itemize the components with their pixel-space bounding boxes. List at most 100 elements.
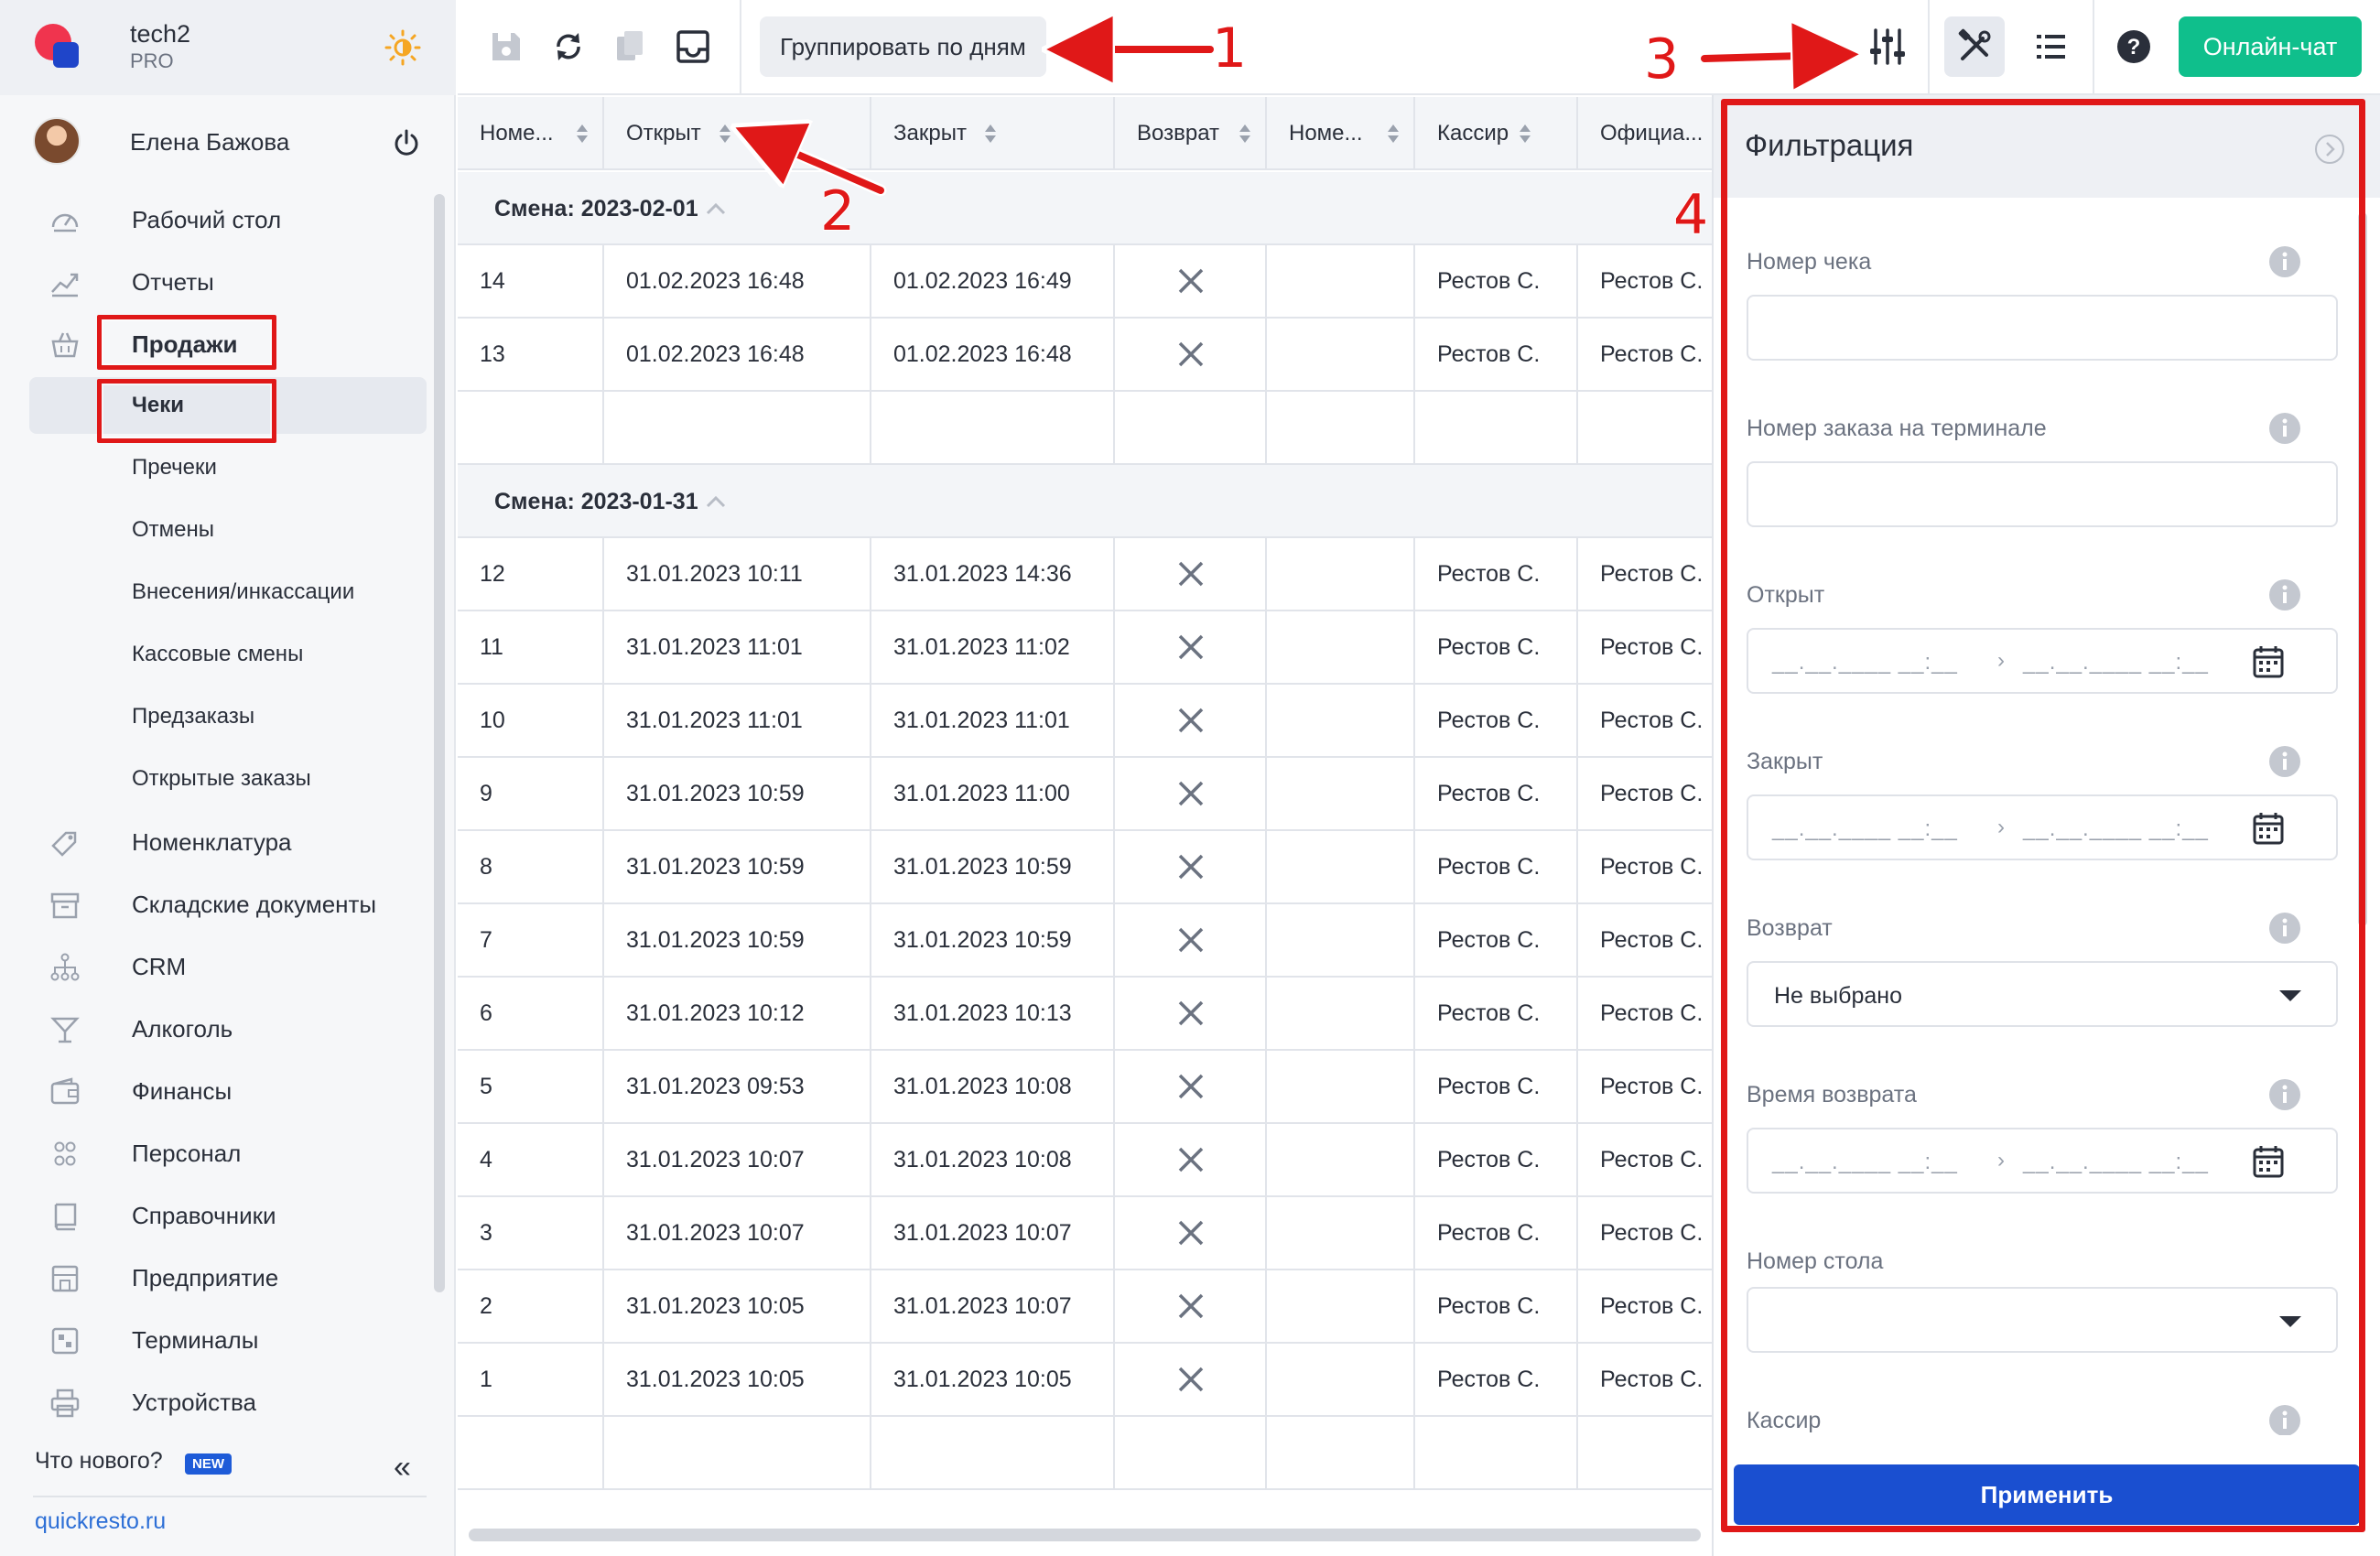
horizontal-scrollbar[interactable] [469, 1529, 1701, 1541]
sidebar-item-dashboard[interactable]: Рабочий стол [0, 190, 438, 247]
cell-cashier-value: Рестов С. [1437, 1293, 1541, 1319]
brand-name: tech2 [130, 20, 191, 48]
save-icon[interactable] [487, 27, 525, 66]
sidebar-item-references[interactable]: Справочники [0, 1186, 438, 1243]
table-row[interactable]: 12 31.01.2023 10:11 31.01.2023 14:36 Рестов… [458, 538, 1712, 611]
sidebar-item-finance[interactable]: Финансы [0, 1062, 438, 1118]
column-header-number[interactable]: Номе... [458, 97, 604, 170]
qr-terminal-icon [51, 1327, 79, 1355]
cell-cashier: Рестов С. [1415, 538, 1578, 611]
filter-sliders-icon[interactable] [1867, 27, 1908, 67]
cell-opened-value: 31.01.2023 09:53 [626, 1074, 805, 1099]
cell-refund [1115, 1344, 1267, 1417]
sort-icon[interactable] [575, 123, 590, 145]
cell-number-2 [1267, 1124, 1415, 1197]
avatar[interactable] [33, 117, 81, 165]
column-header-refund[interactable]: Возврат [1115, 97, 1267, 170]
cell-closed-value: 31.01.2023 10:59 [893, 927, 1072, 953]
column-header-cashier[interactable]: Кассир [1415, 97, 1578, 170]
refresh-icon[interactable] [549, 27, 588, 66]
cell-number: 7 [458, 904, 604, 978]
table-row[interactable]: 7 31.01.2023 10:59 31.01.2023 10:59 Рестов … [458, 904, 1712, 978]
column-header-number-2[interactable]: Номе... [1267, 97, 1415, 170]
sidebar-item-preorders[interactable]: Предзаказы [0, 688, 438, 745]
sidebar-item-label: Предприятие [132, 1264, 279, 1291]
sidebar-item-crm[interactable]: CRM [0, 937, 438, 994]
power-icon[interactable] [392, 128, 421, 157]
table-header: Номе... Открыт Закрыт Возврат Номе... Ка… [458, 97, 1712, 170]
sort-icon[interactable] [718, 123, 732, 145]
chevron-up-icon[interactable] [705, 200, 727, 218]
collapse-sidebar-icon[interactable]: « [394, 1450, 411, 1486]
brand-logo-icon[interactable] [33, 22, 82, 71]
copy-icon[interactable] [611, 27, 650, 66]
column-header-official[interactable]: Официа... [1578, 97, 1712, 170]
sidebar-item-enterprise[interactable]: Предприятие [0, 1248, 438, 1305]
whats-new-link[interactable]: Что нового? [35, 1448, 163, 1475]
sort-icon[interactable] [1238, 123, 1252, 145]
cell-refund [1115, 1270, 1267, 1344]
column-header-opened[interactable]: Открыт [604, 97, 871, 170]
cell-cashier: Рестов С. [1415, 245, 1578, 319]
close-icon [1178, 927, 1204, 953]
chevron-up-icon[interactable] [705, 492, 727, 511]
sidebar-item-warehouse-docs[interactable]: Складские документы [0, 875, 438, 932]
sort-icon[interactable] [983, 123, 998, 145]
cell-opened [604, 1417, 871, 1490]
cell-opened-value: 31.01.2023 10:59 [626, 854, 805, 880]
table-row[interactable]: 14 01.02.2023 16:48 01.02.2023 16:49 Рестов… [458, 245, 1712, 319]
empty-table-row[interactable] [458, 392, 1712, 465]
cell-official: Рестов С. [1578, 1051, 1712, 1124]
sidebar-item-cash-deposits[interactable]: Внесения/инкассации [0, 564, 438, 621]
cell-closed-value: 31.01.2023 11:01 [893, 708, 1070, 733]
group-by-days-button[interactable]: Группировать по дням [760, 16, 1046, 77]
sidebar-item-cash-shifts[interactable]: Кассовые смены [0, 626, 438, 683]
cell-number: 6 [458, 978, 604, 1051]
sidebar-item-cancellations[interactable]: Отмены [0, 502, 438, 558]
table-row[interactable]: 6 31.01.2023 10:12 31.01.2023 10:13 Рестов … [458, 978, 1712, 1051]
table-row[interactable]: 13 01.02.2023 16:48 01.02.2023 16:48 Рестов… [458, 319, 1712, 392]
help-icon[interactable]: ? [2115, 27, 2153, 66]
table-row[interactable]: 5 31.01.2023 09:53 31.01.2023 10:08 Рестов … [458, 1051, 1712, 1124]
table-row[interactable]: 10 31.01.2023 11:01 31.01.2023 11:01 Рестов… [458, 685, 1712, 758]
table-row[interactable]: 11 31.01.2023 11:01 31.01.2023 11:02 Рестов… [458, 611, 1712, 685]
close-icon [1178, 854, 1204, 880]
cell-number-2 [1267, 831, 1415, 904]
sidebar-scrollbar[interactable] [434, 194, 445, 1292]
table-row[interactable]: 4 31.01.2023 10:07 31.01.2023 10:08 Рестов … [458, 1124, 1712, 1197]
top-toolbar: Группировать по дням ? Онлайн-чат [458, 0, 2380, 95]
sidebar-item-prechecks[interactable]: Пречеки [0, 439, 438, 496]
sidebar-item-nomenclature[interactable]: Номенклатура [0, 813, 438, 870]
reports-chart-icon [51, 273, 79, 297]
table-row[interactable]: 9 31.01.2023 10:59 31.01.2023 11:00 Рестов … [458, 758, 1712, 831]
sort-icon[interactable] [1518, 123, 1532, 145]
sidebar-item-open-orders[interactable]: Открытые заказы [0, 751, 438, 807]
table-row[interactable]: 8 31.01.2023 10:59 31.01.2023 10:59 Рестов … [458, 831, 1712, 904]
column-header-closed[interactable]: Закрыт [871, 97, 1115, 170]
group-header-row[interactable]: Смена: 2023-02-01 [458, 172, 1712, 245]
sidebar-item-reports[interactable]: Отчеты [0, 253, 438, 309]
list-icon[interactable] [2032, 27, 2071, 66]
cell-cashier-value: Рестов С. [1437, 854, 1541, 880]
tools-button[interactable] [1944, 16, 2005, 77]
group-header-row[interactable]: Смена: 2023-01-31 [458, 465, 1712, 538]
sidebar-item-staff[interactable]: Персонал [0, 1124, 438, 1181]
sidebar-item-terminals[interactable]: Терминалы [0, 1311, 438, 1367]
cell-cashier [1415, 392, 1578, 465]
cell-closed-value: 31.01.2023 10:08 [893, 1147, 1072, 1172]
cell-opened: 31.01.2023 10:05 [604, 1344, 871, 1417]
sun-icon[interactable] [384, 29, 421, 66]
sidebar-item-alcohol[interactable]: Алкоголь [0, 1000, 438, 1056]
inbox-icon[interactable] [674, 27, 712, 66]
sidebar-item-devices[interactable]: Устройства [0, 1373, 438, 1430]
user-row[interactable]: Елена Бажова [33, 117, 427, 168]
table-row[interactable]: 3 31.01.2023 10:07 31.01.2023 10:07 Рестов … [458, 1197, 1712, 1270]
sort-icon[interactable] [1386, 123, 1401, 145]
empty-table-row[interactable] [458, 1417, 1712, 1490]
highlight-sales [97, 315, 276, 370]
table-row[interactable]: 1 31.01.2023 10:05 31.01.2023 10:05 Рестов … [458, 1344, 1712, 1417]
online-chat-button[interactable]: Онлайн-чат [2179, 16, 2362, 77]
site-link[interactable]: quickresto.ru [35, 1508, 166, 1535]
table-row[interactable]: 2 31.01.2023 10:05 31.01.2023 10:07 Рестов … [458, 1270, 1712, 1344]
cell-cashier-value: Рестов С. [1437, 634, 1541, 660]
